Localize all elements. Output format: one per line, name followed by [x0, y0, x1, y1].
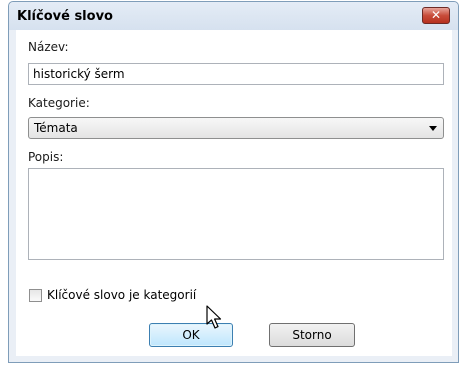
category-select[interactable]: Témata [28, 117, 444, 139]
title-bar[interactable]: Klíčové slovo ✕ [9, 2, 458, 30]
is-category-checkbox[interactable] [29, 289, 42, 302]
keyword-dialog: Klíčové slovo ✕ Název: Kategorie: Témata… [8, 1, 459, 363]
name-field[interactable] [28, 63, 444, 85]
description-label: Popis: [28, 150, 64, 164]
mouse-cursor-icon [206, 305, 222, 329]
category-selected-value: Témata [34, 121, 78, 135]
cancel-button[interactable]: Storno [269, 323, 355, 347]
dialog-title: Klíčové slovo [17, 9, 113, 24]
name-label: Název: [28, 40, 69, 54]
description-field[interactable] [28, 168, 444, 260]
is-category-label[interactable]: Klíčové slovo je kategorií [47, 288, 196, 302]
close-button[interactable]: ✕ [422, 7, 450, 24]
chevron-down-icon [429, 126, 437, 131]
close-icon: ✕ [430, 8, 442, 22]
dialog-body: Název: Kategorie: Témata Popis: Klíčové … [16, 30, 452, 356]
category-label: Kategorie: [28, 96, 90, 110]
